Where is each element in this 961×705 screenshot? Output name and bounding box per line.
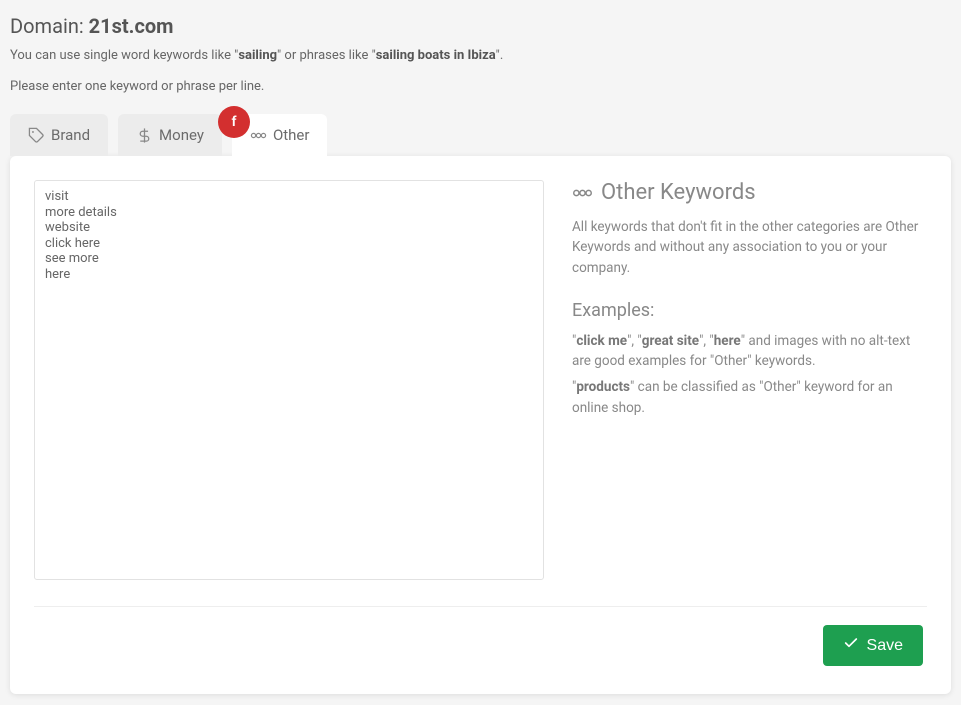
save-button[interactable]: Save bbox=[823, 625, 923, 666]
domain-name: 21st.com bbox=[89, 14, 174, 38]
save-button-label: Save bbox=[867, 637, 903, 655]
intro-text: You can use single word keywords like "s… bbox=[10, 48, 951, 63]
example-line-1: "click me", "great site", "here" and ima… bbox=[572, 331, 927, 372]
domain-header: Domain: 21st.com bbox=[10, 14, 951, 38]
instruction-text: Please enter one keyword or phrase per l… bbox=[10, 79, 951, 94]
info-panel: Other Keywords All keywords that don't f… bbox=[572, 180, 927, 584]
keywords-textarea[interactable] bbox=[34, 180, 544, 580]
panel-title: Other Keywords bbox=[572, 180, 927, 205]
tab-money[interactable]: Money bbox=[118, 114, 222, 156]
tab-brand-label: Brand bbox=[51, 126, 90, 144]
example-line-2: "products" can be classified as "Other" … bbox=[572, 377, 927, 418]
tab-content-card: Other Keywords All keywords that don't f… bbox=[10, 156, 951, 694]
tab-brand[interactable]: Brand bbox=[10, 114, 108, 156]
chain-icon bbox=[572, 185, 593, 201]
panel-description: All keywords that don't fit in the other… bbox=[572, 217, 927, 278]
footer-actions: Save bbox=[34, 625, 927, 670]
annotation-badge: f bbox=[218, 106, 250, 138]
chain-icon bbox=[250, 127, 267, 144]
panel-title-text: Other Keywords bbox=[601, 180, 756, 205]
check-icon bbox=[843, 635, 859, 656]
tab-money-label: Money bbox=[159, 126, 204, 144]
examples-heading: Examples: bbox=[572, 300, 927, 321]
domain-prefix: Domain: bbox=[10, 14, 84, 38]
dollar-icon bbox=[136, 127, 153, 144]
tabs-row: Brand Money Other bbox=[10, 114, 951, 156]
divider bbox=[34, 606, 927, 607]
tab-other-label: Other bbox=[273, 126, 310, 144]
tag-icon bbox=[28, 127, 45, 144]
